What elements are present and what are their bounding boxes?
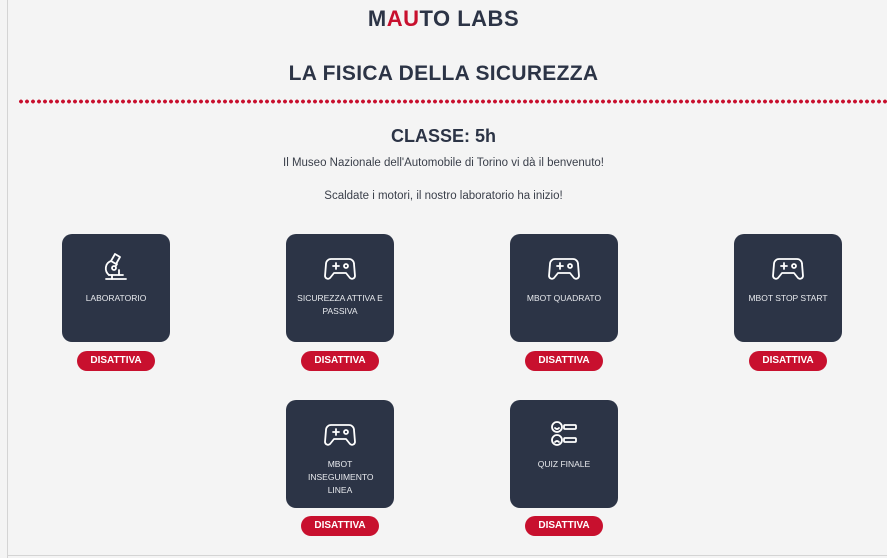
page-bottom-border — [7, 555, 887, 556]
disattiva-button[interactable]: DISATTIVA — [301, 516, 379, 536]
activity-label: MBOT STOP START — [748, 293, 828, 303]
activity-card-laboratorio[interactable]: LABORATORIO — [62, 234, 170, 342]
activity-label: LABORATORIO — [85, 293, 147, 303]
dotted-divider — [18, 99, 887, 104]
disattiva-button[interactable]: DISATTIVA — [525, 516, 603, 536]
page-title: LA FISICA DELLA SICUREZZA — [288, 62, 599, 85]
activity-label: QUIZ FINALE — [537, 459, 591, 469]
activity-card-mbot-inseguimento[interactable]: MBOT INSEGUIMENTO LINEA — [286, 400, 394, 508]
disattiva-button[interactable]: DISATTIVA — [749, 351, 827, 371]
logo-accent: AU — [386, 6, 420, 31]
gamepad-icon — [770, 250, 806, 286]
activity-card-mbot-stop-start[interactable]: MBOT STOP START — [734, 234, 842, 342]
start-text: Scaldate i motori, il nostro laboratorio… — [324, 190, 563, 202]
microscope-icon — [98, 250, 134, 286]
class-heading: CLASSE: 5h — [390, 126, 496, 146]
activity-label: SICUREZZA ATTIVA E PASSIVA — [297, 293, 383, 316]
gamepad-icon — [322, 250, 358, 286]
welcome-text: Il Museo Nazionale dell'Automobile di To… — [283, 157, 604, 169]
logo: MAUTO LABS — [0, 6, 887, 32]
disattiva-button[interactable]: DISATTIVA — [301, 351, 379, 371]
activity-card-sicurezza[interactable]: SICUREZZA ATTIVA E PASSIVA — [286, 234, 394, 342]
disattiva-button[interactable]: DISATTIVA — [525, 351, 603, 371]
gamepad-icon — [546, 250, 582, 286]
quiz-icon — [546, 416, 582, 452]
logo-suffix: TO LABS — [419, 6, 520, 31]
activity-label: MBOT QUADRATO — [526, 293, 602, 303]
gamepad-icon — [322, 416, 358, 452]
activity-label: MBOT INSEGUIMENTO LINEA — [308, 459, 374, 495]
disattiva-button[interactable]: DISATTIVA — [77, 351, 155, 371]
activity-card-quiz-finale[interactable]: QUIZ FINALE — [510, 400, 618, 508]
logo-prefix: M — [367, 6, 387, 31]
activity-card-mbot-quadrato[interactable]: MBOT QUADRATO — [510, 234, 618, 342]
